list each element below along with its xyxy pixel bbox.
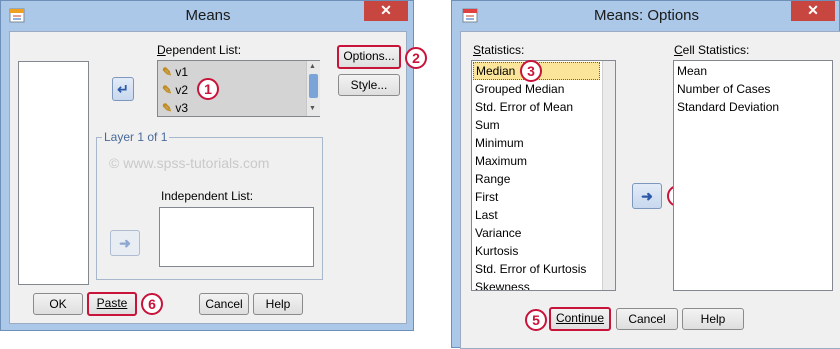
statistics-scrollbar[interactable] [602,61,615,290]
cell-statistic-item[interactable]: Standard Deviation [675,98,779,116]
cancel-button[interactable]: Cancel [199,293,249,315]
statistic-item[interactable]: Minimum [473,134,600,152]
badge-1: 1 [197,78,219,100]
statistic-item[interactable]: Grouped Median [473,80,600,98]
statistic-item[interactable]: Kurtosis [473,242,600,260]
statistic-item[interactable]: First [473,188,600,206]
cell-statistics-label: Cell Statistics: [674,43,750,57]
badge-2: 2 [405,47,427,69]
dependent-list-label: Dependent List: [157,43,242,57]
dependent-item-v3[interactable]: ✎ v3 [160,99,305,117]
dependent-item-v2[interactable]: ✎ v2 [160,81,305,99]
statistic-item[interactable]: Sum [473,116,600,134]
move-to-independent-button[interactable]: ➜ [110,230,140,256]
statistic-item[interactable]: Last [473,206,600,224]
arrow-right-icon: ➜ [641,188,653,204]
statistic-item[interactable]: Variance [473,224,600,242]
options-button[interactable]: Options... [337,45,401,69]
options-cancel-button[interactable]: Cancel [616,308,678,330]
ruler-icon: ✎ [162,65,173,79]
layer-label: Layer 1 of 1 [102,130,170,144]
ok-button[interactable]: OK [33,293,83,315]
statistic-item[interactable]: Skewness [473,278,600,290]
watermark: © www.spss-tutorials.com [109,155,270,171]
cell-statistic-item[interactable]: Number of Cases [675,80,770,98]
dependent-item-v1[interactable]: ✎ v1 [160,63,305,81]
arrow-right-icon: ➜ [119,235,131,251]
badge-5: 5 [525,309,547,331]
means-close-button[interactable]: ✕ [364,1,408,21]
dependent-scrollbar[interactable]: ▲ ▼ [306,61,320,116]
scroll-up-icon[interactable]: ▲ [309,63,316,70]
badge-6: 6 [141,293,163,315]
statistic-item[interactable]: Std. Error of Kurtosis [473,260,600,278]
scroll-thumb[interactable] [309,74,318,98]
help-button[interactable]: Help [253,293,303,315]
means-title: Means [185,7,231,24]
cell-statistics-list[interactable]: Mean Number of Cases Standard Deviation [673,60,833,291]
move-to-dependent-button[interactable]: ↵ [112,77,134,101]
ruler-icon: ✎ [162,83,173,97]
scroll-down-icon[interactable]: ▼ [309,105,316,112]
options-help-button[interactable]: Help [682,308,744,330]
statistics-list[interactable]: Median Grouped Median Std. Error of Mean Su… [471,60,616,291]
statistics-label: Statistics: [473,43,525,57]
options-title: Means: Options [593,7,700,24]
badge-3: 3 [520,60,542,82]
statistic-item[interactable]: Maximum [473,152,600,170]
variable-list[interactable] [18,61,89,285]
continue-button[interactable]: Continue [549,307,611,331]
means-dialog: Means ✕ ↵ Dependent List: ✎ v1 ✎ v2 ✎ v3… [0,0,427,331]
ruler-icon: ✎ [162,101,173,115]
statistic-item[interactable]: Range [473,170,600,188]
paste-button[interactable]: Paste [87,292,137,316]
means-options-dialog: Means: Options ✕ Statistics: Median Group… [451,0,840,349]
arrow-left-icon: ↵ [117,81,129,97]
statistic-item[interactable]: Std. Error of Mean [473,98,600,116]
options-close-button[interactable]: ✕ [791,1,835,21]
independent-list[interactable] [159,207,314,267]
cell-statistic-item[interactable]: Mean [675,62,707,80]
independent-list-label: Independent List: [161,189,254,203]
style-button[interactable]: Style... [338,74,400,96]
dependent-list[interactable]: ✎ v1 ✎ v2 ✎ v3 ▲ ▼ [157,60,320,117]
move-to-cell-button[interactable]: ➜ [632,183,662,209]
